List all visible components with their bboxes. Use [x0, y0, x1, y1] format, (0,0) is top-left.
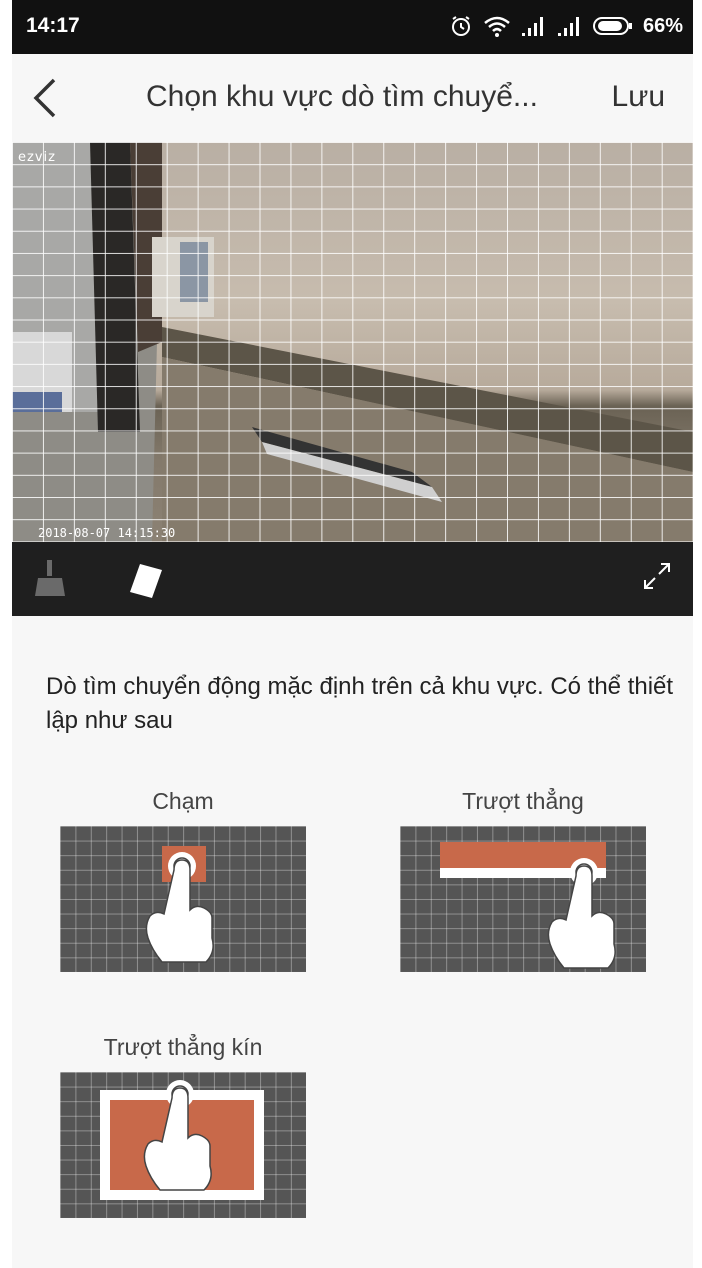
closed-swipe-gesture-illustration	[100, 1080, 264, 1200]
status-time: 14:17	[26, 14, 80, 37]
clear-button[interactable]	[32, 560, 68, 603]
back-button[interactable]	[26, 76, 66, 120]
ezviz-logo: ezviz	[18, 150, 56, 165]
demo-label-closed-swipe: Trượt thẳng kín	[103, 1034, 263, 1060]
motion-grid[interactable]	[12, 142, 693, 542]
save-button[interactable]: Lưu	[612, 80, 665, 114]
fullscreen-button[interactable]	[641, 560, 673, 597]
instructions-text: Dò tìm chuyển động mặc định trên cả khu …	[46, 673, 674, 734]
status-icons: 66%	[449, 12, 683, 40]
video-timestamp: 2018-08-07 14:15:30	[38, 526, 176, 540]
demo-closed-swipe	[60, 1072, 306, 1218]
battery-icon	[592, 16, 633, 36]
demo-label-tap: Chạm	[152, 788, 214, 814]
broom-icon	[35, 560, 65, 596]
video-toolbar	[12, 542, 693, 616]
wifi-icon	[483, 14, 511, 38]
tap-gesture-illustration	[145, 846, 214, 963]
swipe-gesture-illustration	[440, 842, 616, 969]
alarm-icon	[449, 14, 473, 38]
header: Chọn khu vực dò tìm chuyể... Lưu	[12, 54, 693, 142]
eraser-button[interactable]	[126, 560, 166, 605]
demo-swipe	[400, 826, 646, 972]
status-bar: 14:17 66%	[12, 0, 693, 54]
chevron-left-icon	[33, 78, 56, 118]
page-title: Chọn khu vực dò tìm chuyể...	[146, 80, 538, 113]
camera-preview[interactable]: ezviz 2018-08-07 14:15:30	[12, 142, 693, 542]
battery-percent: 66%	[642, 14, 683, 37]
demo-label-swipe: Trượt thẳng	[462, 788, 584, 814]
fullscreen-icon	[644, 563, 670, 589]
eraser-icon	[130, 564, 162, 598]
demo-tap	[60, 826, 306, 972]
signal-icon	[557, 15, 583, 37]
signal-icon	[521, 15, 547, 37]
